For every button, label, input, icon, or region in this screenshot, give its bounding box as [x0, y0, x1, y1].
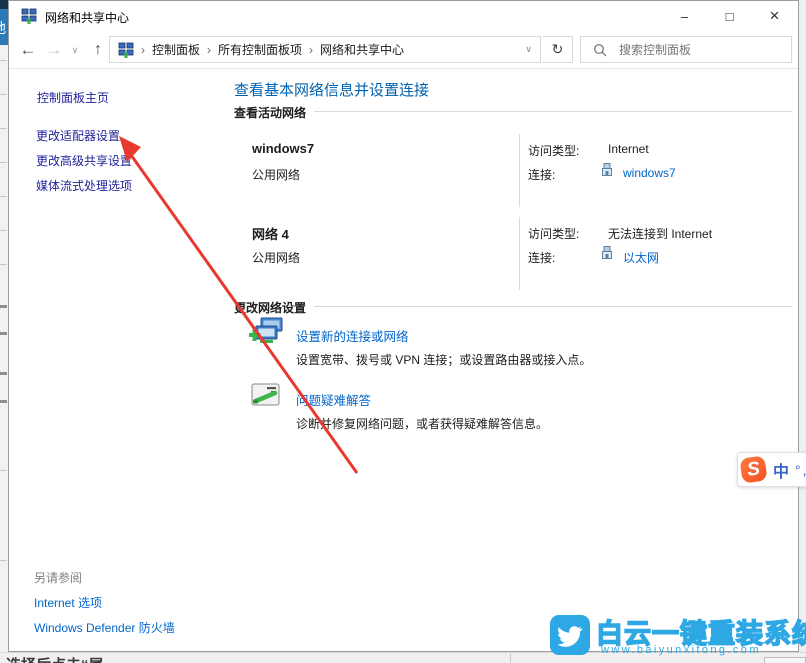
- network-name: 网络 4: [252, 224, 289, 243]
- setup-new-connection-desc: 设置宽带、拨号或 VPN 连接；或设置路由器或接入点。: [296, 351, 591, 368]
- address-dropdown-icon[interactable]: ∨: [525, 37, 532, 62]
- breadcrumb-control-panel[interactable]: 控制面板: [152, 41, 200, 58]
- ethernet-icon: [601, 163, 613, 178]
- ethernet-icon: [601, 246, 613, 261]
- background-row-line: [0, 60, 7, 61]
- sidebar-item-home[interactable]: 控制面板主页: [37, 89, 109, 106]
- background-row-line: [0, 264, 7, 265]
- sogou-icon[interactable]: S: [739, 455, 767, 483]
- refresh-icon: ↻: [552, 41, 564, 58]
- connection-label: 连接:: [528, 249, 555, 266]
- network-sharing-center-window: 网络和共享中心 – □ × ← → ∨ ↑ › 控: [8, 0, 799, 652]
- watermark: 白云一键重装系统 www.baiyunxitong.com: [546, 612, 804, 660]
- background-clipped-text: 选择后点击“属: [6, 654, 104, 663]
- windows-defender-firewall-link[interactable]: Windows Defender 防火墙: [34, 619, 175, 636]
- internet-options-link[interactable]: Internet 选项: [34, 594, 102, 611]
- bird-logo-icon: [550, 615, 590, 655]
- refresh-button[interactable]: ↻: [543, 36, 573, 63]
- history-dropdown-icon[interactable]: ∨: [67, 31, 83, 69]
- background-row-line: [0, 470, 7, 471]
- network-divider: [519, 134, 520, 207]
- navigation-bar: ← → ∨ ↑ › 控制面板 › 所有控制面板项 › 网络和共享中心 ∨: [9, 31, 798, 69]
- connection-link-ethernet[interactable]: 以太网: [623, 249, 659, 266]
- maximize-button[interactable]: □: [707, 1, 752, 31]
- ime-mode-chinese[interactable]: 中: [773, 458, 789, 482]
- access-type-label: 访问类型:: [528, 225, 579, 242]
- crumb-separator[interactable]: ›: [207, 43, 211, 57]
- section-change-settings: 更改网络设置: [234, 299, 306, 316]
- network-category: 公用网络: [252, 249, 300, 266]
- screen: 地 选择后点击“属 网络和共享中心: [0, 0, 806, 663]
- background-row-line: [0, 162, 7, 163]
- background-dark-bar: [0, 0, 8, 9]
- page-title: 查看基本网络信息并设置连接: [234, 79, 429, 100]
- section-rule: [314, 306, 792, 307]
- close-button[interactable]: ×: [752, 1, 797, 31]
- background-window-strip: 地: [0, 0, 8, 663]
- background-blue-bar: 地: [0, 9, 8, 45]
- forward-icon[interactable]: →: [41, 31, 67, 69]
- search-icon: [593, 43, 607, 57]
- see-also-header: 另请参阅: [34, 569, 82, 586]
- section-active-networks: 查看活动网络: [234, 104, 306, 121]
- background-icon-fragment: [0, 372, 7, 375]
- network-center-icon: [118, 42, 134, 58]
- titlebar[interactable]: 网络和共享中心 – □ ×: [9, 1, 798, 31]
- connection-label: 连接:: [528, 166, 555, 183]
- network-name: windows7: [252, 141, 314, 156]
- up-icon[interactable]: ↑: [85, 31, 111, 69]
- ime-status-bar[interactable]: S 中 °,: [737, 452, 806, 487]
- network-center-icon: [21, 8, 37, 24]
- background-divider: [510, 653, 511, 663]
- watermark-url: www.baiyunxitong.com: [601, 644, 761, 656]
- troubleshoot-icon: [251, 383, 281, 409]
- sidebar-item-change-adapter-settings[interactable]: 更改适配器设置: [36, 127, 120, 144]
- window-controls: – □ ×: [662, 1, 797, 31]
- search-input[interactable]: [617, 42, 771, 58]
- window-title: 网络和共享中心: [45, 9, 129, 26]
- section-rule: [314, 111, 792, 112]
- background-icon-fragment: [0, 305, 7, 308]
- troubleshoot-link[interactable]: 问题疑难解答: [296, 390, 371, 409]
- sidebar-item-advanced-sharing[interactable]: 更改高级共享设置: [36, 152, 132, 169]
- background-row-line: [0, 94, 7, 95]
- background-row-line: [0, 230, 7, 231]
- network-divider: [519, 217, 520, 290]
- background-row-line: [0, 196, 7, 197]
- breadcrumb-all-items[interactable]: 所有控制面板项: [218, 41, 302, 58]
- address-bar[interactable]: › 控制面板 › 所有控制面板项 › 网络和共享中心 ∨: [109, 36, 541, 63]
- troubleshoot-desc: 诊断并修复网络问题，或者获得疑难解答信息。: [296, 415, 548, 432]
- background-icon-fragment: [0, 332, 7, 335]
- background-row-line: [0, 128, 7, 129]
- search-box[interactable]: [580, 36, 792, 63]
- connection-link-windows7[interactable]: windows7: [623, 166, 676, 180]
- breadcrumb-current[interactable]: 网络和共享中心: [320, 41, 404, 58]
- new-connection-icon: [249, 317, 285, 347]
- background-clipped-char: 地: [0, 18, 6, 38]
- setup-new-connection-link[interactable]: 设置新的连接或网络: [296, 326, 409, 345]
- minimize-button[interactable]: –: [662, 1, 707, 31]
- crumb-separator[interactable]: ›: [141, 43, 145, 57]
- background-icon-fragment: [0, 400, 7, 403]
- access-type-label: 访问类型:: [528, 142, 579, 159]
- access-type-value: 无法连接到 Internet: [608, 225, 712, 242]
- network-category: 公用网络: [252, 166, 300, 183]
- background-row-line: [0, 560, 7, 561]
- sidebar-item-media-streaming[interactable]: 媒体流式处理选项: [36, 177, 132, 194]
- access-type-value: Internet: [608, 142, 649, 156]
- crumb-separator[interactable]: ›: [309, 43, 313, 57]
- back-icon[interactable]: ←: [15, 31, 41, 69]
- ime-punctuation-mode[interactable]: °,: [795, 462, 806, 478]
